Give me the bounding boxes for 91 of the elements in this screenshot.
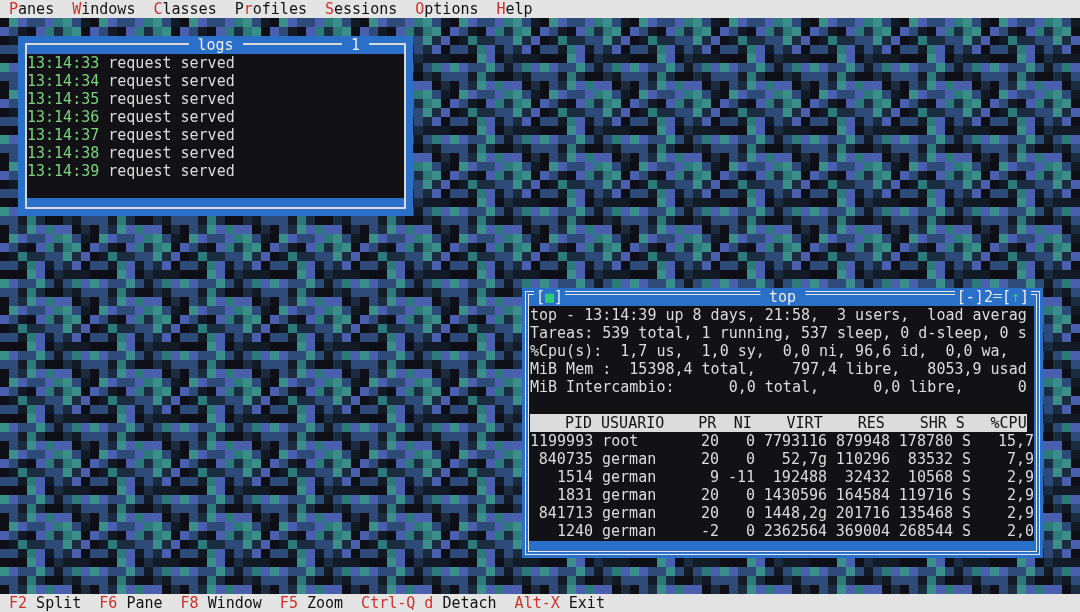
table-cell-text: 2,9 (1005, 468, 1034, 486)
column-header: NI (732, 414, 752, 432)
menu-item[interactable]: Classes (144, 0, 226, 18)
table-cell-text: -2 (699, 522, 719, 540)
table-cell-text: -11 (726, 468, 755, 486)
column-header: PR (697, 414, 717, 432)
summary-line: Tareas: 539 total, 1 running, 537 sleep, 0 d-sleep, 0 s (530, 324, 1028, 342)
table-cell-text: 15,7 (996, 432, 1034, 450)
column-header: RES (856, 414, 885, 432)
table-cell-text: 2,9 (1005, 504, 1034, 522)
table-cell-text: 0 (745, 486, 755, 504)
shortcut-item[interactable]: Ctrl-Q d Detach (352, 594, 506, 612)
table-cell-text: S (962, 432, 973, 450)
table-cell-text: 52,7g (780, 450, 827, 468)
column-header: SHR (918, 414, 947, 432)
log-line: 13:14:36 request served (27, 108, 236, 126)
log-line: 13:14:38 request served (27, 144, 236, 162)
table-cell-text: 201716 (834, 504, 890, 522)
shortcut-item[interactable]: F2 Split (0, 594, 91, 612)
shortcut-item[interactable]: Alt-X Exit (505, 594, 614, 612)
table-cell-text: 0 (745, 504, 755, 522)
menu-item[interactable]: Help (487, 0, 542, 18)
summary-line: MiB Intercambio: 0,0 total, 0,0 libre, 0 (530, 378, 1028, 396)
table-cell-text: 1831 (555, 486, 593, 504)
column-header: PID (563, 414, 593, 432)
log-line: 13:14:34 request served (27, 72, 236, 90)
window-title: logs (188, 36, 243, 54)
table-cell-text: 268544 (897, 522, 953, 540)
table-cell-text: 369004 (834, 522, 890, 540)
table-cell-text: 9 (709, 468, 719, 486)
table-cell-text: 110296 (834, 450, 890, 468)
table-cell-text: root (602, 432, 640, 450)
summary-line: top - 13:14:39 up 8 days, 21:58, 3 users, load averag (530, 306, 1028, 324)
table-cell-text: 2,9 (1005, 486, 1034, 504)
table-cell-text: 841713 (537, 504, 593, 522)
table-cell-text: 0 (745, 432, 756, 450)
table-cell-text: S (962, 504, 973, 522)
shortcut-item[interactable]: F6 Pane (90, 594, 172, 612)
table-cell-text: german (602, 504, 658, 522)
table-cell-text: 1430596 (762, 486, 827, 504)
table-cell-text: 1240 (555, 522, 593, 540)
table-cell-text: 83532 (906, 450, 953, 468)
menu-item[interactable]: Options (406, 0, 488, 18)
table-cell-text: S (962, 522, 973, 540)
table-cell-text: 0 (745, 522, 755, 540)
column-header: %CPU (989, 414, 1027, 432)
table-cell-text: 119716 (897, 486, 953, 504)
table-cell-text: 20 (699, 486, 719, 504)
table-cell-text: 178780 (897, 432, 954, 450)
menu-item[interactable]: Panes (0, 0, 64, 18)
log-line: 13:14:37 request served (27, 126, 236, 144)
shortcut-item[interactable]: F8 Window (171, 594, 271, 612)
table-cell: 1199993 (530, 432, 594, 450)
table-cell-text: 192488 (771, 468, 827, 486)
menu-item[interactable]: Windows (63, 0, 145, 18)
column-header: S (955, 414, 966, 432)
table-cell-text: 879948 (834, 432, 891, 450)
window-number: 2 (983, 288, 993, 306)
table-cell-text: 1448,2g (762, 504, 827, 522)
shortcut-item[interactable]: F5 Zoom (270, 594, 353, 612)
log-line: 13:14:39 request served (27, 162, 236, 180)
menu-item[interactable]: Sessions (315, 0, 407, 18)
table-cell-text: 7,9 (1005, 450, 1034, 468)
summary-line: %Cpu(s): 1,7 us, 1,0 sy, 0,0 ni, 96,6 id, 0,0 wa, (530, 342, 1010, 360)
table-cell-text: 2,0 (1005, 522, 1034, 540)
table-cell-text: german (602, 468, 658, 486)
log-line: 13:14:33 request served (27, 54, 236, 72)
table-cell-text: 164584 (834, 486, 890, 504)
table-cell-text: 20 (700, 432, 720, 450)
table-cell-text: S (962, 468, 973, 486)
table-cell-text: 0 (745, 450, 755, 468)
table-cell-text: 2362564 (762, 522, 827, 540)
table-cell-text: S (962, 450, 973, 468)
menu-item[interactable]: Profiles (225, 0, 316, 18)
table-cell-text: german (602, 486, 658, 504)
summary-line: MiB Mem : 15398,4 total, 797,4 libre, 8053,9 usad (530, 360, 1028, 378)
table-cell-text: 20 (699, 450, 719, 468)
table-cell-text: german (602, 450, 658, 468)
column-header: VIRT (785, 414, 823, 432)
table-cell-text: S (962, 486, 973, 504)
column-header: USUARIO (601, 414, 666, 432)
window-title: top (759, 288, 806, 306)
table-cell-text: 7793116 (762, 432, 828, 450)
table-cell-text: 1514 (555, 468, 593, 486)
table-cell-text: 10568 (906, 468, 953, 486)
table-cell-text: 840735 (537, 450, 593, 468)
table-cell-text: german (602, 522, 658, 540)
table-cell-text: 20 (699, 504, 719, 522)
log-line: 13:14:35 request served (27, 90, 236, 108)
table-cell-text: 32432 (843, 468, 890, 486)
table-cell-text: 135468 (897, 504, 953, 522)
